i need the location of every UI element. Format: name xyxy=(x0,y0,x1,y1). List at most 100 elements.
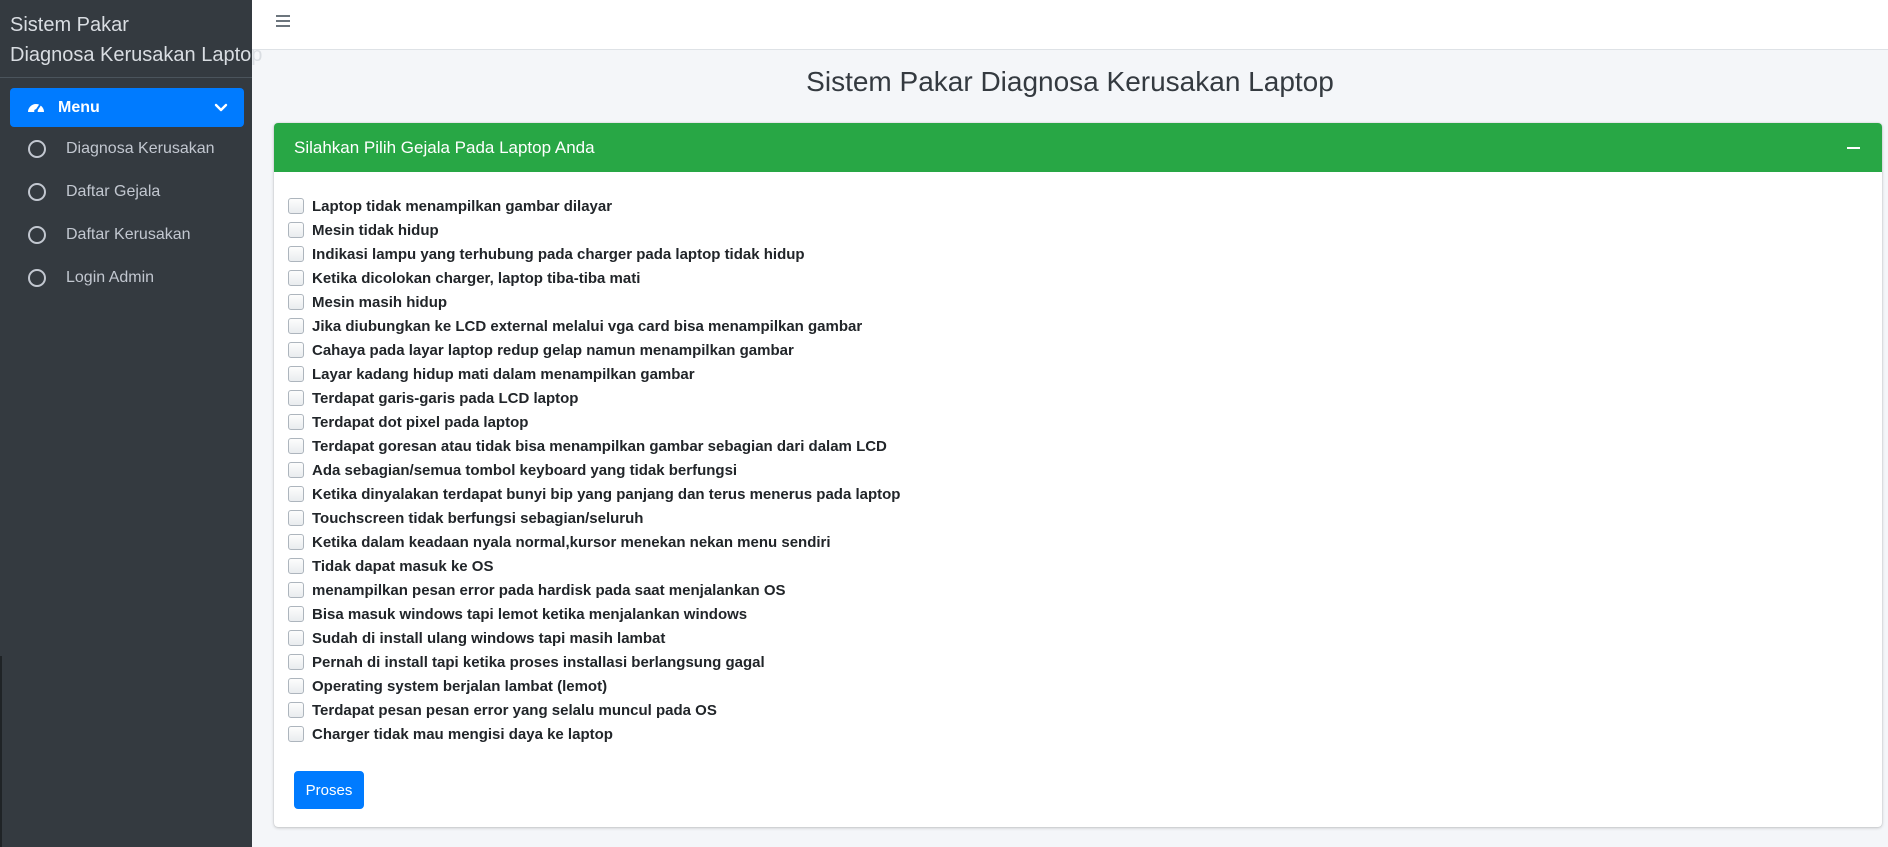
symptom-checkbox[interactable] xyxy=(288,390,304,406)
symptom-label: Charger tidak mau mengisi daya ke laptop xyxy=(312,725,613,743)
symptom-checkbox[interactable] xyxy=(288,414,304,430)
symptom-option[interactable]: Ketika dalam keadaan nyala normal,kursor… xyxy=(288,530,1868,554)
symptom-label: Operating system berjalan lambat (lemot) xyxy=(312,677,608,695)
symptom-option[interactable]: menampilkan pesan error pada hardisk pad… xyxy=(288,578,1868,602)
brand[interactable]: Sistem Pakar Diagnosa Kerusakan Laptop xyxy=(0,0,263,78)
main-content: Sistem Pakar Diagnosa Kerusakan Laptop S… xyxy=(252,50,1888,847)
symptom-checkbox[interactable] xyxy=(288,558,304,574)
sidebar: Sistem Pakar Diagnosa Kerusakan Laptop M… xyxy=(0,0,263,847)
symptom-label: Bisa masuk windows tapi lemot ketika men… xyxy=(312,605,748,623)
symptom-option[interactable]: Terdapat goresan atau tidak bisa menampi… xyxy=(288,434,1868,458)
symptom-checkbox[interactable] xyxy=(288,438,304,454)
symptom-label: Terdapat goresan atau tidak bisa menampi… xyxy=(312,437,887,455)
card-body: Laptop tidak menampilkan gambar dilayar M… xyxy=(274,172,1882,809)
symptom-option[interactable]: Operating system berjalan lambat (lemot) xyxy=(288,674,1868,698)
app-root: Sistem Pakar Diagnosa Kerusakan Laptop M… xyxy=(0,0,1888,847)
symptom-checkbox[interactable] xyxy=(288,534,304,550)
symptom-checkbox[interactable] xyxy=(288,726,304,742)
symptom-option[interactable]: Charger tidak mau mengisi daya ke laptop xyxy=(288,722,1868,746)
symptom-checkbox[interactable] xyxy=(288,486,304,502)
circle-outline-icon xyxy=(28,268,46,287)
symptom-checkbox[interactable] xyxy=(288,630,304,646)
sidebar-item-daftar-gejala[interactable]: Daftar Gejala xyxy=(10,170,244,213)
symptom-checkbox[interactable] xyxy=(288,342,304,358)
sidebar-menu-toggle[interactable]: Menu xyxy=(10,88,244,127)
symptom-option[interactable]: Tidak dapat masuk ke OS xyxy=(288,554,1868,578)
symptom-checkbox[interactable] xyxy=(288,678,304,694)
symptom-option[interactable]: Mesin masih hidup xyxy=(288,290,1868,314)
symptom-label: Mesin tidak hidup xyxy=(312,221,439,239)
sidebar-item-label: Daftar Gejala xyxy=(66,182,161,200)
symptom-option[interactable]: Terdapat garis-garis pada LCD laptop xyxy=(288,386,1868,410)
page-title: Sistem Pakar Diagnosa Kerusakan Laptop xyxy=(806,66,1334,97)
symptom-option[interactable]: Sudah di install ulang windows tapi masi… xyxy=(288,626,1868,650)
symptom-label: Tidak dapat masuk ke OS xyxy=(312,557,494,575)
chevron-down-icon xyxy=(214,101,228,115)
symptom-option[interactable]: Laptop tidak menampilkan gambar dilayar xyxy=(288,194,1868,218)
symptom-label: Laptop tidak menampilkan gambar dilayar xyxy=(312,197,613,215)
symptom-label: Ketika dalam keadaan nyala normal,kursor… xyxy=(312,533,831,551)
circle-outline-icon xyxy=(28,225,46,244)
symptom-option[interactable]: Touchscreen tidak berfungsi sebagian/sel… xyxy=(288,506,1868,530)
tachometer-icon xyxy=(26,98,46,118)
symptom-label: Terdapat garis-garis pada LCD laptop xyxy=(312,389,579,407)
symptom-label: Ketika dinyalakan terdapat bunyi bip yan… xyxy=(312,485,901,503)
circle-outline-icon xyxy=(28,139,46,158)
symptom-label: Touchscreen tidak berfungsi sebagian/sel… xyxy=(312,509,644,527)
symptom-label: Layar kadang hidup mati dalam menampilka… xyxy=(312,365,695,383)
sidebar-nav: Menu Diagnosa Kerusakan Daftar Gejala Da… xyxy=(0,78,252,299)
symptom-checkbox[interactable] xyxy=(288,582,304,598)
symptom-option[interactable]: Ketika dinyalakan terdapat bunyi bip yan… xyxy=(288,482,1868,506)
symptom-label: Ketika dicolokan charger, laptop tiba-ti… xyxy=(312,269,641,287)
symptom-label: Jika diubungkan ke LCD external melalui … xyxy=(312,317,863,335)
brand-title-line1: Sistem Pakar xyxy=(10,14,129,36)
symptom-checkbox[interactable] xyxy=(288,366,304,382)
circle-outline-icon xyxy=(28,182,46,201)
symptom-checkbox[interactable] xyxy=(288,198,304,214)
symptom-option[interactable]: Pernah di install tapi ketika proses ins… xyxy=(288,650,1868,674)
symptom-checkbox[interactable] xyxy=(288,702,304,718)
symptom-checkbox[interactable] xyxy=(288,606,304,622)
symptom-label: Sudah di install ulang windows tapi masi… xyxy=(312,629,666,647)
sidebar-menu-label: Menu xyxy=(58,98,100,116)
symptom-label: menampilkan pesan error pada hardisk pad… xyxy=(312,581,786,599)
symptom-checkbox[interactable] xyxy=(288,270,304,286)
symptom-checkbox[interactable] xyxy=(288,222,304,238)
sidebar-edge xyxy=(0,656,2,847)
symptom-label: Cahaya pada layar laptop redup gelap nam… xyxy=(312,341,794,359)
brand-title-line2: Diagnosa Kerusakan Laptop xyxy=(10,44,263,66)
topbar xyxy=(252,0,1888,50)
hamburger-icon[interactable] xyxy=(276,13,294,29)
symptom-card: Silahkan Pilih Gejala Pada Laptop Anda L… xyxy=(274,123,1882,827)
proses-button[interactable]: Proses xyxy=(294,771,364,809)
sidebar-item-daftar-kerusakan[interactable]: Daftar Kerusakan xyxy=(10,213,244,256)
sidebar-item-label: Diagnosa Kerusakan xyxy=(66,139,215,157)
symptom-option[interactable]: Indikasi lampu yang terhubung pada charg… xyxy=(288,242,1868,266)
sidebar-item-label: Daftar Kerusakan xyxy=(66,225,191,243)
symptom-checkbox[interactable] xyxy=(288,510,304,526)
card-header: Silahkan Pilih Gejala Pada Laptop Anda xyxy=(274,123,1882,172)
symptom-label: Mesin masih hidup xyxy=(312,293,448,311)
symptom-checkbox[interactable] xyxy=(288,654,304,670)
card-title: Silahkan Pilih Gejala Pada Laptop Anda xyxy=(294,137,595,157)
symptom-label: Terdapat pesan pesan error yang selalu m… xyxy=(312,701,717,719)
symptom-option[interactable]: Terdapat dot pixel pada laptop xyxy=(288,410,1868,434)
symptom-option[interactable]: Layar kadang hidup mati dalam menampilka… xyxy=(288,362,1868,386)
symptom-option[interactable]: Bisa masuk windows tapi lemot ketika men… xyxy=(288,602,1868,626)
symptom-option[interactable]: Jika diubungkan ke LCD external melalui … xyxy=(288,314,1868,338)
symptom-option[interactable]: Ketika dicolokan charger, laptop tiba-ti… xyxy=(288,266,1868,290)
sidebar-item-diagnosa-kerusakan[interactable]: Diagnosa Kerusakan xyxy=(10,127,244,170)
symptom-option[interactable]: Mesin tidak hidup xyxy=(288,218,1868,242)
symptom-label: Terdapat dot pixel pada laptop xyxy=(312,413,529,431)
symptom-option[interactable]: Ada sebagian/semua tombol keyboard yang … xyxy=(288,458,1868,482)
symptom-list: Laptop tidak menampilkan gambar dilayar M… xyxy=(288,194,1868,746)
sidebar-item-login-admin[interactable]: Login Admin xyxy=(10,256,244,299)
symptom-option[interactable]: Cahaya pada layar laptop redup gelap nam… xyxy=(288,338,1868,362)
symptom-label: Pernah di install tapi ketika proses ins… xyxy=(312,653,765,671)
symptom-checkbox[interactable] xyxy=(288,246,304,262)
symptom-checkbox[interactable] xyxy=(288,294,304,310)
symptom-checkbox[interactable] xyxy=(288,318,304,334)
symptom-checkbox[interactable] xyxy=(288,462,304,478)
minus-icon[interactable] xyxy=(1846,140,1862,156)
symptom-option[interactable]: Terdapat pesan pesan error yang selalu m… xyxy=(288,698,1868,722)
